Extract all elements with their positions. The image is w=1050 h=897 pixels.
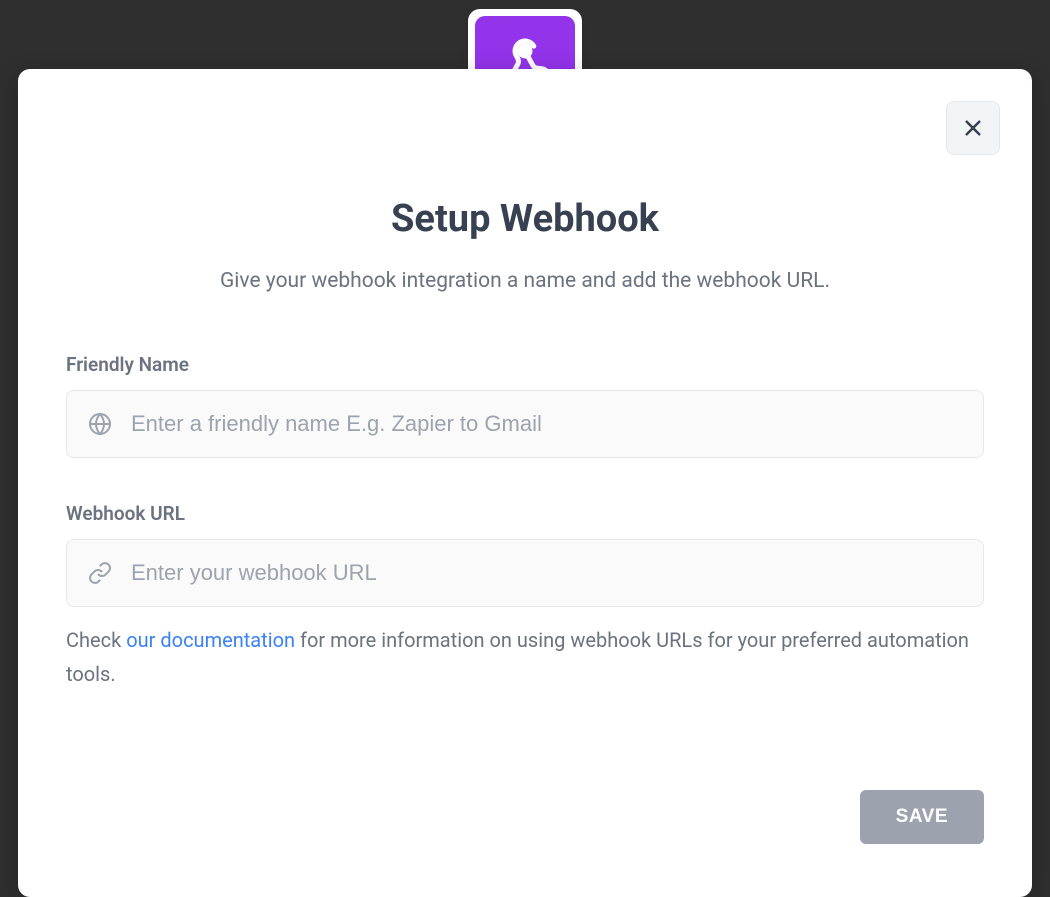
- globe-icon: [87, 411, 113, 437]
- webhook-url-input-wrapper[interactable]: [66, 539, 984, 607]
- close-icon: [961, 116, 985, 140]
- close-button[interactable]: [946, 101, 1000, 155]
- setup-webhook-modal: Setup Webhook Give your webhook integrat…: [18, 69, 1032, 897]
- modal-title: Setup Webhook: [66, 197, 984, 241]
- webhook-url-label: Webhook URL: [66, 502, 984, 525]
- helper-prefix: Check: [66, 628, 126, 652]
- friendly-name-input[interactable]: [131, 391, 963, 457]
- friendly-name-input-wrapper[interactable]: [66, 390, 984, 458]
- webhook-url-group: Webhook URL Check our documentation for …: [66, 502, 984, 691]
- modal-subtitle: Give your webhook integration a name and…: [66, 269, 984, 293]
- link-icon: [87, 560, 113, 586]
- friendly-name-label: Friendly Name: [66, 353, 984, 376]
- documentation-link[interactable]: our documentation: [126, 628, 295, 652]
- friendly-name-group: Friendly Name: [66, 353, 984, 458]
- save-button[interactable]: SAVE: [860, 790, 984, 844]
- webhook-url-input[interactable]: [131, 540, 963, 606]
- helper-text: Check our documentation for more informa…: [66, 623, 984, 691]
